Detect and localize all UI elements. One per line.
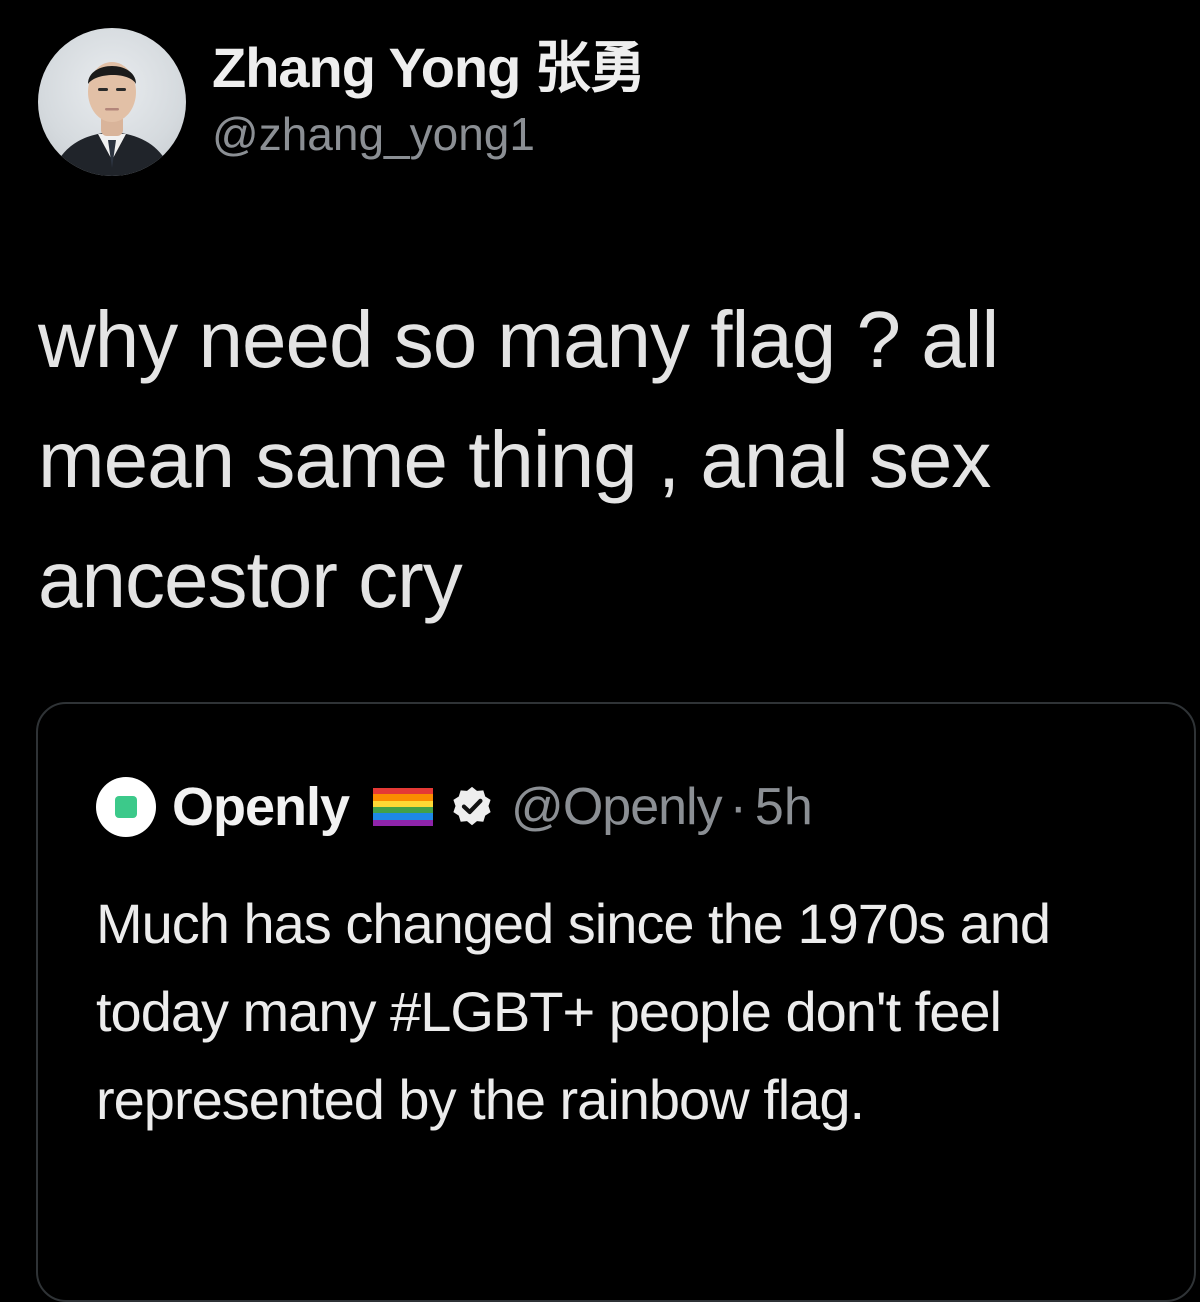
quoted-author-handle[interactable]: @Openly bbox=[511, 777, 723, 837]
avatar[interactable] bbox=[38, 28, 186, 176]
quoted-tweet-timestamp[interactable]: 5h bbox=[755, 777, 813, 837]
author-display-name[interactable]: Zhang Yong 张勇 bbox=[212, 36, 646, 100]
tweet-author-row: Zhang Yong 张勇 @zhang_yong1 bbox=[38, 28, 646, 176]
quoted-author-display-name[interactable]: Openly bbox=[172, 776, 350, 838]
tweet-text: why need so many flag ? all mean same th… bbox=[38, 295, 999, 624]
rainbow-flag-icon bbox=[373, 788, 434, 826]
author-handle[interactable]: @zhang_yong1 bbox=[212, 106, 645, 162]
quoted-tweet-text: Much has changed since the 1970s and tod… bbox=[96, 892, 1051, 1131]
openly-logo-icon[interactable] bbox=[96, 777, 156, 837]
verified-badge-icon bbox=[453, 786, 491, 826]
tweet[interactable]: Zhang Yong 张勇 @zhang_yong1 why need so m… bbox=[0, 0, 1200, 1302]
quoted-tweet-header: Openly @Openly · 5h bbox=[96, 776, 813, 838]
meta-separator: · bbox=[729, 778, 747, 836]
profile-photo-icon bbox=[52, 62, 172, 176]
author-names: Zhang Yong 张勇 @zhang_yong1 bbox=[212, 36, 646, 162]
quoted-tweet-card[interactable]: Openly @Openly · 5h Much has changed sin… bbox=[36, 702, 1196, 1302]
